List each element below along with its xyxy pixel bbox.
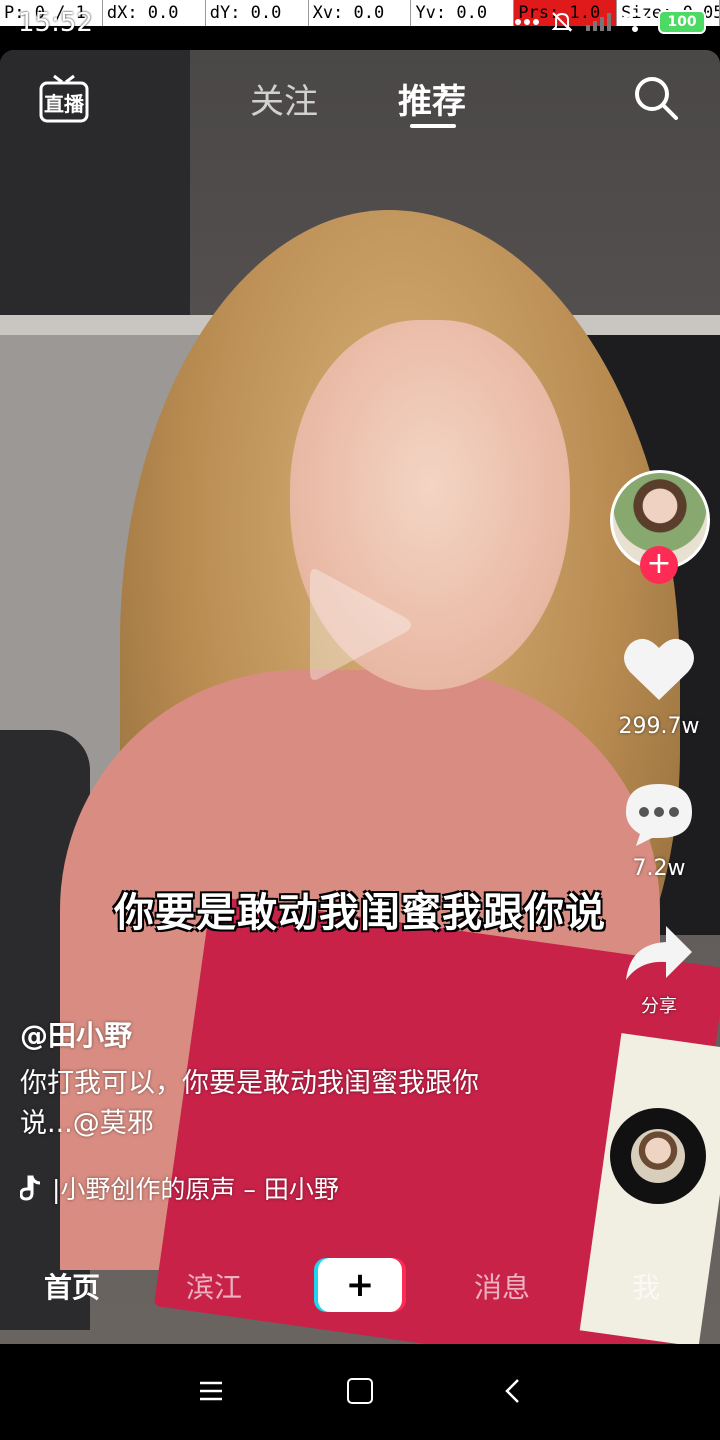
like-count: 299.7w — [618, 714, 700, 739]
debug-size: Size: 0.05 — [617, 0, 720, 26]
post-caption[interactable]: 你打我可以，你要是敢动我闺蜜我跟你说...@莫邪 — [20, 1064, 540, 1144]
debug-yv: Yv: 0.0 — [411, 0, 515, 26]
music-row[interactable]: |小野创作的原声 – 田小野 — [20, 1170, 339, 1206]
share-arrow-icon[interactable] — [622, 922, 696, 986]
menu-icon[interactable] — [198, 1378, 224, 1404]
home-square-icon[interactable] — [347, 1378, 373, 1404]
pointer-debug-bar: P: 0 / 1 dX: 0.0 dY: 0.0 Xv: 0.0 Yv: 0.0… — [0, 0, 720, 26]
debug-xv: Xv: 0.0 — [309, 0, 412, 26]
create-button[interactable]: + — [318, 1258, 402, 1312]
comment-count: 7.2w — [632, 856, 686, 881]
system-nav-bar — [0, 1344, 720, 1440]
tab-home[interactable]: 首页 — [44, 1266, 100, 1306]
active-tab-indicator — [410, 124, 456, 128]
tab-me[interactable]: 我 — [632, 1266, 660, 1306]
debug-pointer: P: 0 / 1 — [0, 0, 103, 26]
play-icon[interactable] — [306, 560, 416, 690]
music-title: |小野创作的原声 – 田小野 — [52, 1175, 339, 1204]
video-subtitle: 你要是敢动我闺蜜我跟你说 — [114, 890, 606, 936]
music-disc[interactable] — [610, 1108, 706, 1204]
share-label: 分享 — [641, 996, 677, 1017]
debug-pressure: Prs: 1.0 — [514, 0, 618, 26]
tab-city[interactable]: 滨江 — [186, 1266, 242, 1306]
tab-recommend[interactable]: 推荐 — [398, 74, 466, 123]
tiktok-note-icon — [20, 1175, 41, 1201]
search-icon[interactable] — [632, 74, 680, 122]
author-name[interactable]: @田小野 — [20, 1014, 132, 1054]
bottom-tab-bar: 首页 滨江 + 消息 我 — [0, 1248, 720, 1324]
back-chevron-icon[interactable] — [500, 1378, 526, 1404]
comment-icon[interactable] — [622, 780, 696, 848]
music-cover — [631, 1129, 685, 1183]
heart-icon[interactable] — [622, 634, 696, 704]
live-label: 直播 — [44, 92, 84, 116]
top-navigation: 直播 关注 推荐 — [0, 66, 720, 136]
follow-button[interactable]: + — [640, 546, 678, 584]
tab-follow[interactable]: 关注 — [250, 74, 318, 123]
debug-dx: dX: 0.0 — [103, 0, 206, 26]
tab-messages[interactable]: 消息 — [474, 1266, 530, 1306]
live-button[interactable]: 直播 — [38, 72, 90, 124]
debug-dy: dY: 0.0 — [206, 0, 309, 26]
